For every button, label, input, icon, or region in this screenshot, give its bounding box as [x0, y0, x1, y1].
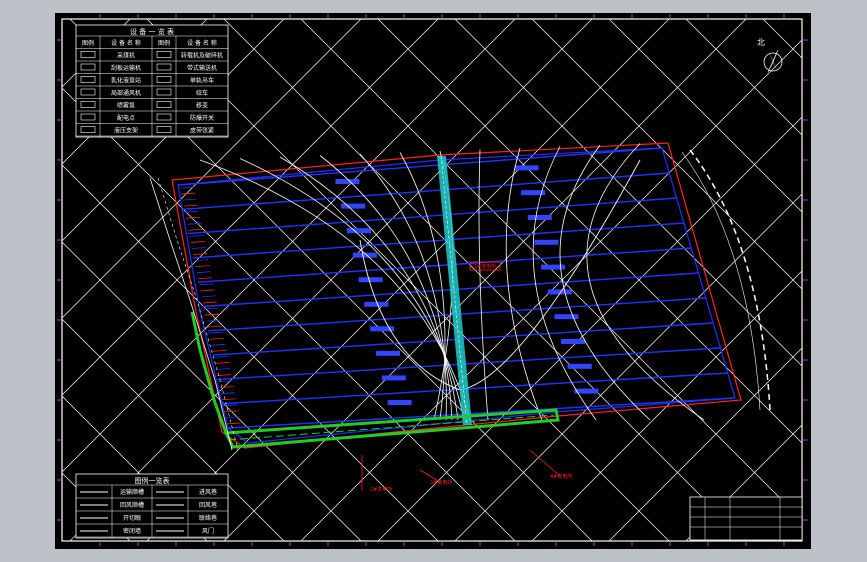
legend-cell: 运输顺槽 [120, 488, 144, 496]
legend-cell: 皮带张紧 [190, 127, 214, 135]
legend-cell: 刮板运输机 [111, 64, 141, 72]
legend-cell: 局部通风机 [111, 89, 141, 97]
legend-cell: 喷雾泵 [117, 102, 135, 110]
legend-cell: 风门 [202, 527, 214, 535]
face-annotation [341, 203, 366, 209]
legend-cell: 回风顺槽 [120, 501, 144, 509]
legend-cell: 带式输送机 [187, 64, 217, 72]
legend-cell: 设 备 名 称 [187, 39, 217, 47]
legend-cell: 乳化液泵站 [111, 77, 141, 85]
cad-drawing-canvas: 1#变电所 2#变电所 3#变电所 4#变电所 北 设 备 一 览 表 图例设 … [0, 13, 867, 549]
face-annotation [347, 228, 372, 234]
legend-cell: 防爆开关 [190, 114, 214, 122]
grid-line [0, 19, 53, 541]
legend-cell: 图例 [82, 39, 94, 47]
legend-cell: 移变 [196, 102, 208, 110]
legend-cell: 进风巷 [199, 488, 217, 496]
face-annotation [358, 277, 383, 283]
legend-cell: 图例 [158, 39, 170, 47]
grid-line [840, 19, 867, 541]
face-annotation [335, 179, 360, 185]
legend-cell: 密闭墙 [123, 527, 141, 535]
legend-cell: 配电点 [117, 114, 135, 122]
face-annotation [514, 165, 539, 171]
symbol-legend-table: 图例一览表 运输顺槽 进风巷回风顺槽 回风巷开切眼 联络巷密闭墙 风门 [75, 473, 229, 539]
legend-cell: 单轨吊车 [190, 77, 214, 85]
grid-line [0, 19, 53, 541]
legend-cell: 采煤机 [117, 52, 135, 60]
title-block [689, 496, 803, 541]
legend-cell: 液压支架 [114, 127, 138, 135]
legend-cell: 转载机及破碎机 [181, 52, 223, 60]
face-annotation [527, 214, 552, 220]
face-annotation [387, 399, 412, 405]
grid-line [840, 19, 867, 541]
face-annotation [567, 363, 592, 369]
red-label-1: 1#变电所 [474, 263, 496, 270]
north-label: 北 [757, 38, 765, 47]
equipment-legend-title: 设 备 一 览 表 [130, 27, 174, 36]
face-annotation [554, 314, 579, 320]
legend-cell: 绞车 [196, 89, 208, 97]
face-annotation [541, 264, 566, 270]
red-label-3: 3#变电所 [430, 479, 452, 486]
title-block-frame [689, 496, 803, 541]
face-annotation [534, 239, 559, 245]
face-annotation [376, 350, 401, 356]
legend-cell: 开切眼 [123, 515, 141, 522]
red-label-2: 2#变电所 [370, 486, 392, 493]
face-annotation [561, 338, 586, 344]
legend-cell: 回风巷 [199, 501, 217, 509]
red-label-4: 4#变电所 [550, 473, 572, 480]
symbol-legend-title: 图例一览表 [135, 476, 170, 485]
face-annotation [381, 375, 406, 381]
equipment-legend-table: 设 备 一 览 表 图例设 备 名 称图例设 备 名 称采煤机 转载机及破碎机刮板… [75, 24, 229, 138]
legend-cell: 联络巷 [199, 514, 217, 522]
legend-cell: 设 备 名 称 [111, 39, 141, 47]
